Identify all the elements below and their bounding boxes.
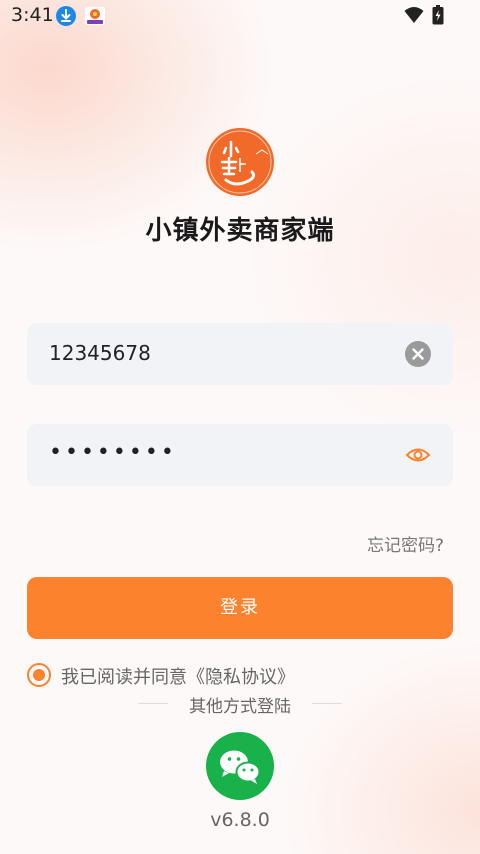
username-input[interactable]: 12345678 <box>49 341 151 365</box>
app-notification-icon <box>84 6 106 26</box>
clear-icon[interactable] <box>405 341 431 367</box>
app-title: 小镇外卖商家端 <box>145 216 335 246</box>
other-login-label: 其他方式登陆 <box>189 697 291 717</box>
status-bar: 3:41 <box>0 0 480 32</box>
status-time: 3:41 <box>11 4 54 26</box>
eye-icon[interactable] <box>405 444 431 466</box>
other-login-divider: 其他方式登陆 <box>0 691 480 717</box>
divider-line-right <box>312 703 342 704</box>
privacy-policy-link[interactable]: 《隐私协议》 <box>187 667 295 688</box>
wechat-login-button[interactable] <box>206 732 274 800</box>
forgot-password-link[interactable]: 忘记密码? <box>367 531 444 556</box>
download-icon <box>56 6 76 26</box>
agreement-label: 我已阅读并同意 <box>61 667 187 688</box>
wechat-icon <box>220 750 261 784</box>
password-field[interactable]: •••••••• <box>27 424 453 486</box>
app-version: v6.8.0 <box>210 809 270 831</box>
agreement-radio[interactable] <box>27 663 51 687</box>
password-input[interactable]: •••••••• <box>49 440 177 465</box>
app-logo <box>206 128 274 196</box>
username-field[interactable]: 12345678 <box>27 323 453 385</box>
battery-charging-icon <box>432 5 444 25</box>
login-button[interactable]: 登录 <box>27 577 453 639</box>
radio-selected-dot <box>33 669 45 681</box>
wifi-icon <box>404 6 424 24</box>
agreement-text: 我已阅读并同意《隐私协议》 <box>61 663 295 689</box>
